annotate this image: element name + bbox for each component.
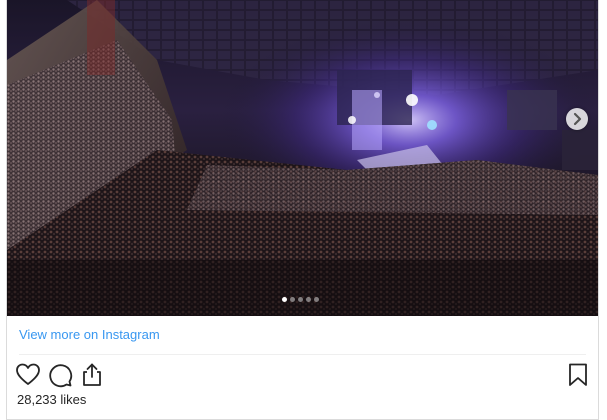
- comment-icon: [49, 364, 73, 388]
- instagram-embed-card: View more on Instagram 28,233 likes: [6, 0, 599, 420]
- view-more-link[interactable]: View more on Instagram: [19, 327, 160, 342]
- share-button[interactable]: [79, 362, 105, 388]
- carousel-dot: [314, 297, 319, 302]
- carousel-dot: [298, 297, 303, 302]
- carousel-dot: [282, 297, 287, 302]
- comment-button[interactable]: [47, 362, 73, 388]
- concert-arena-photo: [7, 0, 598, 316]
- bookmark-icon: [569, 363, 587, 386]
- carousel-next-button[interactable]: [566, 108, 588, 130]
- carousel-dot: [290, 297, 295, 302]
- chevron-right-icon: [573, 112, 582, 126]
- divider: [19, 354, 586, 355]
- heart-icon: [16, 363, 40, 385]
- carousel-dot: [306, 297, 311, 302]
- likes-count: 28,233 likes: [17, 392, 87, 407]
- carousel-indicator: [282, 297, 319, 303]
- post-media[interactable]: [7, 0, 598, 316]
- share-icon: [83, 363, 101, 386]
- save-button[interactable]: [565, 362, 591, 388]
- like-button[interactable]: [15, 362, 41, 388]
